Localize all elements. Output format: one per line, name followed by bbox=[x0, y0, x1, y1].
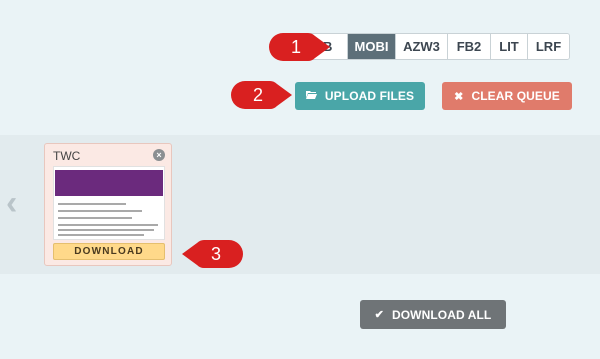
thumbnail-text-line bbox=[58, 229, 154, 231]
format-tab-fb2[interactable]: FB2 bbox=[447, 34, 490, 59]
format-selector: UB MOBI AZW3 FB2 LIT LRF bbox=[298, 33, 570, 60]
thumbnail-text-line bbox=[58, 234, 144, 236]
callout-number: 2 bbox=[252, 84, 263, 105]
check-icon: ✔ bbox=[374, 309, 384, 321]
format-tab-mobi[interactable]: MOBI bbox=[347, 34, 395, 59]
remove-circle-icon[interactable]: × bbox=[153, 149, 165, 161]
file-thumbnail bbox=[53, 166, 165, 240]
download-all-button[interactable]: ✔ DOWNLOAD ALL bbox=[360, 300, 506, 329]
download-all-label: DOWNLOAD ALL bbox=[391, 307, 492, 322]
format-tab-lrf[interactable]: LRF bbox=[527, 34, 569, 59]
thumbnail-text-line bbox=[58, 203, 126, 205]
file-card: TWC × DOWNLOAD bbox=[44, 143, 172, 266]
callout-1: 1 bbox=[268, 32, 332, 62]
chevron-left-icon[interactable]: ‹ bbox=[6, 186, 26, 220]
clear-queue-label: CLEAR QUEUE bbox=[471, 89, 560, 103]
clear-queue-button[interactable]: ✖ CLEAR QUEUE bbox=[442, 82, 572, 110]
thumbnail-text-line bbox=[58, 210, 142, 212]
download-button[interactable]: DOWNLOAD bbox=[53, 243, 165, 260]
folder-open-icon bbox=[305, 90, 317, 102]
upload-files-label: UPLOAD FILES bbox=[324, 89, 415, 103]
callout-3: 3 bbox=[180, 239, 244, 269]
thumbnail-text-line bbox=[58, 224, 158, 226]
thumbnail-text-line bbox=[58, 217, 132, 219]
thumbnail-banner bbox=[55, 170, 163, 196]
close-icon: ✖ bbox=[454, 90, 464, 103]
format-tab-lit[interactable]: LIT bbox=[490, 34, 527, 59]
format-tab-azw3[interactable]: AZW3 bbox=[395, 34, 447, 59]
upload-files-button[interactable]: UPLOAD FILES bbox=[295, 82, 425, 110]
callout-number: 1 bbox=[290, 36, 301, 57]
callout-2: 2 bbox=[230, 80, 294, 110]
callout-number: 3 bbox=[210, 243, 221, 264]
file-card-title: TWC bbox=[53, 149, 81, 163]
